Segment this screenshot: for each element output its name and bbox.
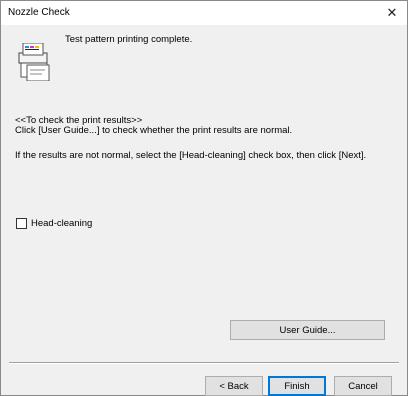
cancel-button[interactable]: Cancel <box>334 376 392 396</box>
instructions-line-2: If the results are not normal, select th… <box>15 150 367 161</box>
back-button[interactable]: < Back <box>205 376 263 396</box>
head-cleaning-option[interactable]: Head-cleaning <box>16 218 92 229</box>
close-button[interactable]: ✕ <box>377 1 407 25</box>
nozzle-check-dialog: Nozzle Check ✕ Test pattern printing com… <box>0 0 408 396</box>
separator <box>9 362 399 364</box>
instructions-line-1: Click [User Guide...] to check whether t… <box>15 125 293 136</box>
dialog-body: Test pattern printing complete. <<To che… <box>1 25 407 396</box>
user-guide-button[interactable]: User Guide... <box>230 320 385 340</box>
status-message: Test pattern printing complete. <box>65 34 193 45</box>
head-cleaning-checkbox[interactable] <box>16 218 27 229</box>
window-title: Nozzle Check <box>8 7 70 18</box>
finish-button[interactable]: Finish <box>268 376 326 396</box>
printer-pages-icon <box>18 43 50 81</box>
title-bar: Nozzle Check ✕ <box>1 1 407 25</box>
head-cleaning-label: Head-cleaning <box>31 218 93 229</box>
